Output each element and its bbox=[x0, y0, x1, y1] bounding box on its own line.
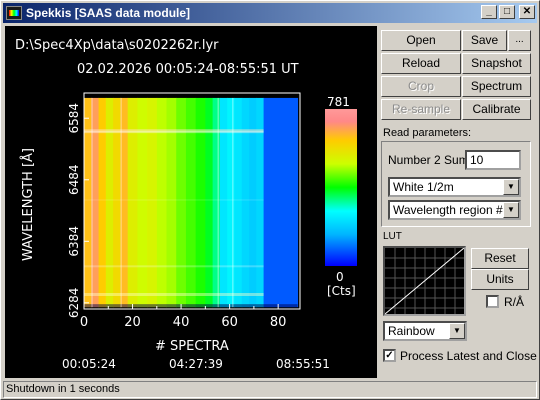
lut-curve[interactable] bbox=[383, 246, 466, 316]
colorbar bbox=[325, 109, 357, 266]
reload-button[interactable]: Reload bbox=[381, 53, 461, 74]
title-bar: Spekkis [SAAS data module] _ □ ✕ bbox=[3, 3, 537, 23]
x-axis-label: # SPECTRA bbox=[155, 339, 229, 354]
read-parameters-title: Read parameters: bbox=[383, 127, 472, 139]
x-tick-label: 40 bbox=[173, 315, 190, 330]
save-button[interactable]: Save bbox=[462, 30, 507, 51]
spectral-line-band bbox=[84, 265, 264, 268]
window-title: Spekkis [SAAS data module] bbox=[26, 6, 191, 20]
x-tick-label: 80 bbox=[270, 315, 287, 330]
wavelength-region-value: Wavelength region #1 bbox=[393, 203, 510, 217]
crop-button[interactable]: Crop bbox=[381, 76, 461, 97]
chevron-down-icon[interactable]: ▼ bbox=[449, 323, 465, 339]
y-axis-label: WAVELENGTH [Å] bbox=[20, 148, 36, 261]
units-button[interactable]: Units bbox=[471, 269, 529, 290]
process-latest-checkbox[interactable]: ✓ bbox=[383, 349, 396, 362]
spectrum-button[interactable]: Spectrum bbox=[462, 76, 531, 97]
spectral-line-band bbox=[84, 293, 264, 296]
resample-button[interactable]: Re-sample bbox=[381, 99, 461, 120]
spectrogram-plot: D:\Spec4Xp\data\s0202262r.lyr 02.02.2026… bbox=[5, 26, 377, 378]
calibrate-button[interactable]: Calibrate bbox=[462, 99, 531, 120]
heatmap-edge bbox=[84, 304, 298, 308]
lut-reset-button[interactable]: Reset bbox=[471, 248, 529, 269]
x-tick-label: 20 bbox=[124, 315, 141, 330]
lut-title: LUT bbox=[383, 231, 402, 242]
x-tick-label: 60 bbox=[221, 315, 238, 330]
heatmap-stripe bbox=[232, 97, 234, 308]
y-tick-label: 6384 bbox=[67, 226, 81, 257]
x-tick-label: 0 bbox=[80, 315, 88, 330]
status-bar: Shutdown in 1 seconds bbox=[3, 381, 537, 398]
time-tick-end: 08:55:51 bbox=[276, 357, 330, 371]
y-tick-label: 6484 bbox=[67, 164, 81, 195]
x-axis-ticks: 0 20 40 60 80 bbox=[80, 304, 287, 330]
spectral-line-band bbox=[84, 131, 264, 134]
colorbar-max-label: 781 bbox=[327, 95, 350, 109]
file-path: D:\Spec4Xp\data\s0202262r.lyr bbox=[15, 38, 219, 53]
minimize-button[interactable]: _ bbox=[481, 5, 497, 19]
app-window: Spekkis [SAAS data module] _ □ ✕ D:\Spec… bbox=[0, 0, 540, 400]
y-tick-label: 6284 bbox=[67, 288, 81, 319]
heatmap-stripe bbox=[91, 97, 93, 308]
open-button[interactable]: Open bbox=[381, 30, 461, 51]
mode-select-value: White 1/2m bbox=[393, 180, 454, 194]
status-text: Shutdown in 1 seconds bbox=[6, 383, 120, 395]
more-button[interactable]: ... bbox=[508, 30, 531, 51]
heatmap-column bbox=[263, 97, 299, 308]
number-to-sum-label: Number 2 Sum bbox=[388, 153, 469, 167]
colorbar-min-label: 0 bbox=[336, 270, 344, 284]
palette-select[interactable]: Rainbow ▼ bbox=[383, 321, 467, 341]
lut-curve-svg bbox=[384, 247, 465, 315]
palette-select-value: Rainbow bbox=[388, 324, 435, 338]
time-tick-mid: 04:27:39 bbox=[169, 357, 223, 371]
time-tick-start: 00:05:24 bbox=[62, 357, 116, 371]
y-tick-label: 6584 bbox=[67, 103, 81, 134]
heatmap-stripe bbox=[217, 97, 219, 308]
app-icon bbox=[6, 6, 22, 20]
mode-select[interactable]: White 1/2m ▼ bbox=[388, 177, 521, 197]
maximize-button[interactable]: □ bbox=[499, 5, 515, 19]
chevron-down-icon[interactable]: ▼ bbox=[503, 179, 519, 195]
chevron-down-icon[interactable]: ▼ bbox=[503, 202, 519, 218]
number-to-sum-input[interactable]: 10 bbox=[465, 150, 521, 170]
colorbar-unit: [Cts] bbox=[327, 284, 356, 298]
wavelength-region-select[interactable]: Wavelength region #1 ▼ bbox=[388, 200, 521, 220]
process-latest-label: Process Latest and Close bbox=[400, 349, 537, 363]
spectral-line-band bbox=[84, 199, 264, 201]
close-button[interactable]: ✕ bbox=[519, 5, 535, 19]
ra-checkbox[interactable] bbox=[486, 295, 499, 308]
heatmap-stripe bbox=[120, 97, 122, 308]
time-range: 02.02.2026 00:05:24-08:55:51 UT bbox=[77, 62, 299, 77]
snapshot-button[interactable]: Snapshot bbox=[462, 53, 531, 74]
ra-label: R/Å bbox=[504, 295, 525, 309]
spectrogram-svg: D:\Spec4Xp\data\s0202262r.lyr 02.02.2026… bbox=[15, 38, 357, 371]
